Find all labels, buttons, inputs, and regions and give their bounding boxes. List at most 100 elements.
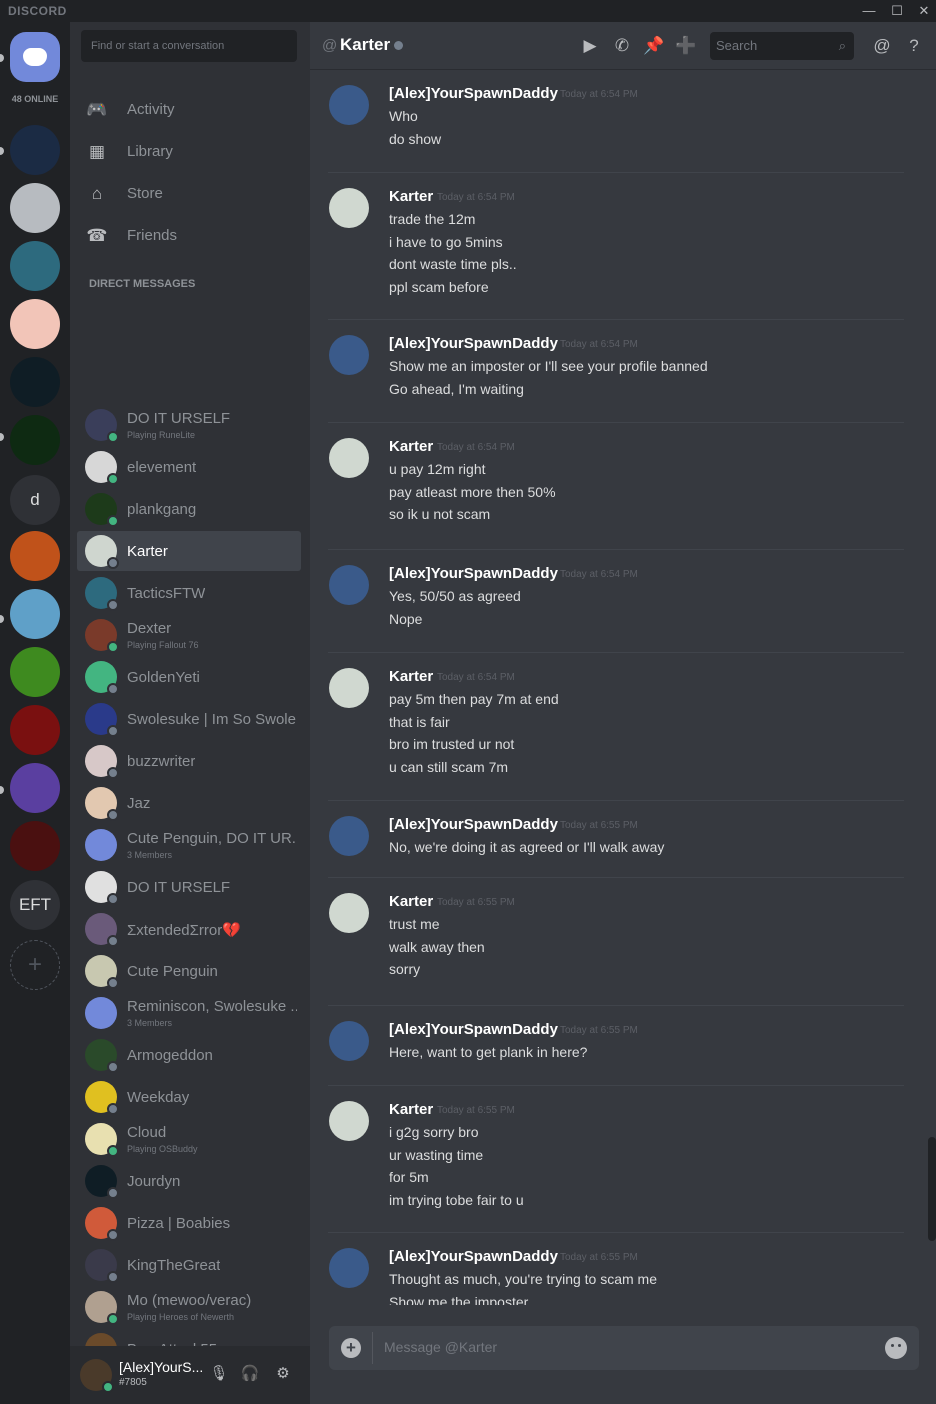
status-dot [107,1229,119,1241]
close-button[interactable]: ✕ [913,2,935,20]
dm-item[interactable]: Cute Penguin, DO IT UR... 3 Members [77,825,301,865]
message-avatar[interactable] [329,893,369,933]
message-group: [Alex]YourSpawnDaddy Today at 6:54 PM Yes,… [328,551,904,653]
nav-friends[interactable]: ☎ Friends [78,216,302,256]
dm-item[interactable]: Karter [77,531,301,571]
nav-activity[interactable]: 🎮 Activity [78,90,302,130]
message-avatar[interactable] [329,188,369,228]
dm-item[interactable]: DO IT URSELF Playing RuneLite [77,405,301,445]
dm-item[interactable]: Swolesuke | Im So Swole [77,699,301,739]
dm-activity: Playing Heroes of Newerth [127,1312,235,1322]
message-input[interactable]: Message @Karter [384,1339,497,1355]
mic-icon[interactable]: 🎙 [209,1364,229,1384]
add-friend-icon[interactable]: ➕ [674,34,698,58]
server-anime[interactable] [10,299,60,349]
message-group: Karter Today at 6:54 PM u pay 12m right pay… [328,424,904,550]
message-author[interactable]: [Alex]YourSpawnDaddy [389,816,558,833]
dm-name: ΣxtendedΣrror💔 [127,922,241,939]
nav-store[interactable]: ⌂ Store [78,174,302,214]
dm-item[interactable]: BearAttack55 [77,1329,301,1346]
server-winout[interactable] [10,125,60,175]
online-count: 48 ONLINE [11,94,59,104]
dm-item[interactable]: elevement [77,447,301,487]
server-tactics[interactable] [10,241,60,291]
upload-plus-icon[interactable]: + [341,1338,361,1358]
message-scrollbar[interactable] [928,1137,936,1241]
status-dot [107,1313,119,1325]
server-home[interactable] [10,32,60,82]
dm-item[interactable]: Jaz [77,783,301,823]
message-author[interactable]: Karter [389,668,433,685]
message-author[interactable]: Karter [389,893,433,910]
message-author[interactable]: [Alex]YourSpawnDaddy [389,1021,558,1038]
server-rabbit[interactable] [10,183,60,233]
message-avatar[interactable] [329,1248,369,1288]
video-call-icon[interactable]: ▶ [578,34,602,58]
add-server-button[interactable]: + [10,940,60,990]
dm-name: Armogeddon [127,1047,213,1064]
message-avatar[interactable] [329,668,369,708]
message-avatar[interactable] [329,565,369,605]
nav-library[interactable]: ▦ Library [78,132,302,172]
server-hut[interactable] [10,589,60,639]
message-avatar[interactable] [329,1021,369,1061]
message-author[interactable]: [Alex]YourSpawnDaddy [389,85,558,102]
dm-item[interactable]: ΣxtendedΣrror💔 [77,909,301,949]
dm-name: Cute Penguin [127,963,218,980]
message-text: do show [389,130,442,147]
message-author[interactable]: Karter [389,188,433,205]
message-author[interactable]: [Alex]YourSpawnDaddy [389,1248,558,1265]
message-timestamp: Today at 6:55 PM [560,820,638,831]
message-author[interactable]: [Alex]YourSpawnDaddy [389,335,558,352]
message-avatar[interactable] [329,1101,369,1141]
message-author[interactable]: Karter [389,1101,433,1118]
server-d[interactable]: d [10,475,60,525]
dm-item[interactable]: GoldenYeti [77,657,301,697]
dm-item[interactable]: buzzwriter [77,741,301,781]
dm-item[interactable]: Dexter Playing Fallout 76 [77,615,301,655]
dm-item[interactable]: Mo (mewoo/verac) Playing Heroes of Newert… [77,1287,301,1327]
server-yellow[interactable] [10,763,60,813]
dm-item[interactable]: Jourdyn [77,1161,301,1201]
pinned-messages-icon[interactable]: 📌 [642,34,666,58]
dm-item[interactable]: Weekday [77,1077,301,1117]
dm-item[interactable]: KingTheGreat [77,1245,301,1285]
dm-item[interactable]: TacticsFTW [77,573,301,613]
server-eft[interactable]: EFT [10,880,60,930]
dm-item[interactable]: Cute Penguin [77,951,301,991]
maximize-button[interactable]: ☐ [886,2,908,20]
message-avatar[interactable] [329,816,369,856]
message-composer[interactable]: + Message @Karter [329,1326,919,1370]
dm-item[interactable]: Reminiscon, Swolesuke ... 3 Members [77,993,301,1033]
server-dark[interactable] [10,821,60,871]
minimize-button[interactable]: — [858,2,880,20]
server-fire[interactable] [10,531,60,581]
server-leaf[interactable] [10,647,60,697]
message-author[interactable]: Karter [389,438,433,455]
help-icon[interactable]: ? [902,34,926,58]
user-name: [Alex]YourS... [119,1359,204,1375]
server-jourdyn[interactable] [10,357,60,407]
message-group: [Alex]YourSpawnDaddy Today at 6:55 PM Here… [328,1007,904,1086]
emoji-icon[interactable] [885,1337,907,1359]
dm-item[interactable]: Pizza | Boabies [77,1203,301,1243]
dm-item[interactable]: plankgang [77,489,301,529]
settings-icon[interactable]: ⚙ [273,1364,293,1384]
dm-item[interactable]: Armogeddon [77,1035,301,1075]
dm-item[interactable]: Cloud Playing OSBuddy [77,1119,301,1159]
dm-search-input[interactable]: Find or start a conversation [81,30,297,62]
headphones-icon[interactable]: 🎧 [240,1364,260,1384]
message-author[interactable]: [Alex]YourSpawnDaddy [389,565,558,582]
voice-call-icon[interactable]: ✆ [610,34,634,58]
server-star[interactable] [10,705,60,755]
message-text: Show me the imposter [389,1293,529,1306]
dm-item[interactable]: DO IT URSELF [77,867,301,907]
user-tag: #7805 [119,1377,147,1388]
message-avatar[interactable] [329,438,369,478]
server-pg[interactable] [10,415,60,465]
message-avatar[interactable] [329,335,369,375]
chat-search-input[interactable]: Search ⌕ [710,32,854,60]
mentions-icon[interactable]: @ [870,34,894,58]
message-avatar[interactable] [329,85,369,125]
discord-app: DISCORD — ☐ ✕ d EFT 48 ONLINE + Find or sta… [0,0,936,1404]
